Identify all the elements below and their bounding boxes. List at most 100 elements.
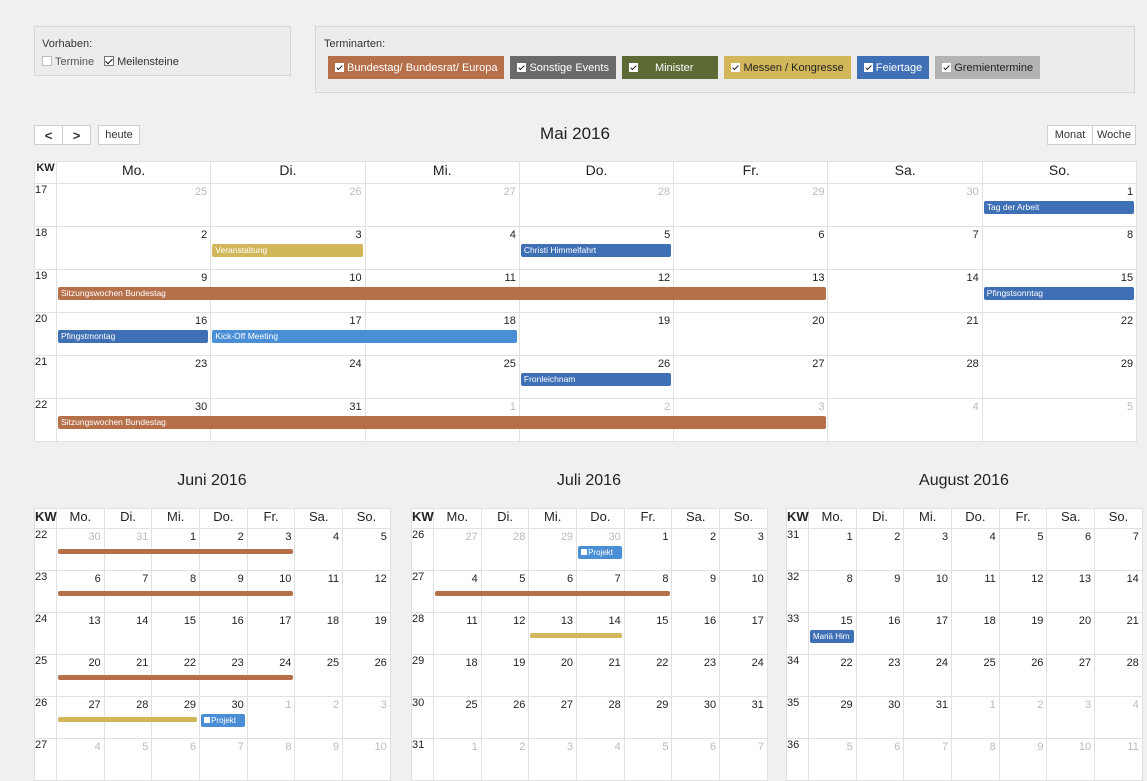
- termine-checkbox[interactable]: Termine: [42, 56, 94, 68]
- day-cell[interactable]: 30: [827, 183, 983, 227]
- day-cell[interactable]: 27: [673, 355, 829, 399]
- day-cell[interactable]: 25: [364, 355, 520, 399]
- day-cell[interactable]: 10: [719, 570, 768, 613]
- day-cell[interactable]: 3: [1046, 696, 1096, 739]
- day-cell[interactable]: 3: [719, 528, 768, 571]
- prev-button[interactable]: <: [34, 125, 63, 145]
- day-cell[interactable]: 29: [528, 528, 578, 571]
- today-button[interactable]: heute: [98, 125, 140, 145]
- terminart-filter-button[interactable]: Feiertage: [856, 56, 930, 79]
- day-cell[interactable]: 15: [151, 612, 201, 655]
- event-bar[interactable]: [58, 675, 293, 680]
- day-cell[interactable]: 6: [673, 226, 829, 270]
- day-cell[interactable]: 11: [294, 570, 344, 613]
- event-bar[interactable]: [58, 591, 293, 596]
- day-cell[interactable]: 11: [433, 612, 482, 655]
- day-cell[interactable]: 12: [342, 570, 391, 613]
- day-cell[interactable]: 19: [518, 312, 675, 356]
- day-cell[interactable]: 8: [246, 738, 296, 781]
- day-cell[interactable]: 1: [433, 738, 482, 781]
- day-cell[interactable]: 17: [719, 612, 768, 655]
- day-cell[interactable]: 14: [103, 612, 153, 655]
- day-cell[interactable]: 26: [480, 696, 530, 739]
- day-cell[interactable]: 24: [210, 355, 366, 399]
- day-cell[interactable]: 20: [1046, 612, 1096, 655]
- day-cell[interactable]: 30: [671, 696, 721, 739]
- day-cell[interactable]: 27: [528, 696, 578, 739]
- day-cell[interactable]: 29: [981, 355, 1138, 399]
- day-cell[interactable]: 25: [55, 183, 212, 227]
- day-cell[interactable]: 22: [981, 312, 1138, 356]
- day-cell[interactable]: 16: [671, 612, 721, 655]
- day-cell[interactable]: 9: [998, 738, 1048, 781]
- day-cell[interactable]: 28: [1094, 654, 1143, 697]
- day-cell[interactable]: 17: [246, 612, 296, 655]
- day-cell[interactable]: 7: [199, 738, 248, 781]
- day-cell[interactable]: 6: [1046, 528, 1096, 571]
- day-cell[interactable]: 29: [673, 183, 829, 227]
- day-cell[interactable]: 11: [1094, 738, 1143, 781]
- calendar-event[interactable]: Pfingstsonntag: [983, 287, 1135, 300]
- day-cell[interactable]: 13: [56, 612, 105, 655]
- day-cell[interactable]: 7: [1094, 528, 1143, 571]
- day-cell[interactable]: 1: [623, 528, 673, 571]
- day-cell[interactable]: 2: [855, 528, 905, 571]
- calendar-event[interactable]: Sitzungswochen Bundestag: [58, 287, 826, 300]
- day-cell[interactable]: 28: [518, 183, 675, 227]
- day-cell[interactable]: 4: [827, 398, 983, 442]
- next-button[interactable]: >: [62, 125, 91, 145]
- day-cell[interactable]: 5: [981, 398, 1138, 442]
- day-cell[interactable]: 12: [998, 570, 1048, 613]
- day-cell[interactable]: 3: [903, 528, 953, 571]
- calendar-event[interactable]: Fronleichnam: [520, 373, 672, 386]
- day-cell[interactable]: 25: [294, 654, 344, 697]
- day-cell[interactable]: 16: [199, 612, 248, 655]
- day-cell[interactable]: 8: [981, 226, 1138, 270]
- day-cell[interactable]: 19: [998, 612, 1048, 655]
- day-cell[interactable]: 5: [103, 738, 153, 781]
- day-cell[interactable]: 4: [56, 738, 105, 781]
- day-cell[interactable]: 23: [855, 654, 905, 697]
- day-cell[interactable]: 23: [55, 355, 212, 399]
- day-cell[interactable]: 27: [433, 528, 482, 571]
- terminart-filter-button[interactable]: Bundestag/ Bundesrat/ Europa: [328, 56, 505, 79]
- day-cell[interactable]: 19: [342, 612, 391, 655]
- day-cell[interactable]: 2: [671, 528, 721, 571]
- day-cell[interactable]: 2: [55, 226, 212, 270]
- day-cell[interactable]: 4: [294, 528, 344, 571]
- day-cell[interactable]: 7: [719, 738, 768, 781]
- day-cell[interactable]: 31: [903, 696, 953, 739]
- day-cell[interactable]: 13: [1046, 570, 1096, 613]
- calendar-event[interactable]: Veranstaltung: [212, 244, 363, 257]
- day-cell[interactable]: 21: [827, 312, 983, 356]
- day-cell[interactable]: 27: [364, 183, 520, 227]
- day-cell[interactable]: 25: [951, 654, 1000, 697]
- day-cell[interactable]: 10: [903, 570, 953, 613]
- day-cell[interactable]: 4: [576, 738, 625, 781]
- day-cell[interactable]: 6: [855, 738, 905, 781]
- day-cell[interactable]: 19: [480, 654, 530, 697]
- event-tag[interactable]: Mariä Him: [810, 630, 854, 643]
- day-cell[interactable]: 29: [808, 696, 857, 739]
- terminart-filter-button[interactable]: Messen / Kongresse: [724, 56, 851, 79]
- day-cell[interactable]: 20: [528, 654, 578, 697]
- day-cell[interactable]: 23: [671, 654, 721, 697]
- day-cell[interactable]: 31: [719, 696, 768, 739]
- day-cell[interactable]: 18: [433, 654, 482, 697]
- day-cell[interactable]: 28: [576, 696, 625, 739]
- day-cell[interactable]: 26: [342, 654, 391, 697]
- day-cell[interactable]: 28: [827, 355, 983, 399]
- day-cell[interactable]: 25: [433, 696, 482, 739]
- day-cell[interactable]: 1: [951, 696, 1000, 739]
- terminart-filter-button[interactable]: Sonstige Events: [510, 56, 616, 79]
- day-cell[interactable]: 22: [808, 654, 857, 697]
- day-cell[interactable]: 17: [903, 612, 953, 655]
- day-cell[interactable]: 9: [855, 570, 905, 613]
- month-view-button[interactable]: Monat: [1047, 125, 1093, 145]
- calendar-event[interactable]: Pfingstmontag: [58, 330, 209, 343]
- day-cell[interactable]: 21: [576, 654, 625, 697]
- day-cell[interactable]: 7: [827, 226, 983, 270]
- day-cell[interactable]: 3: [528, 738, 578, 781]
- week-view-button[interactable]: Woche: [1092, 125, 1136, 145]
- day-cell[interactable]: 29: [623, 696, 673, 739]
